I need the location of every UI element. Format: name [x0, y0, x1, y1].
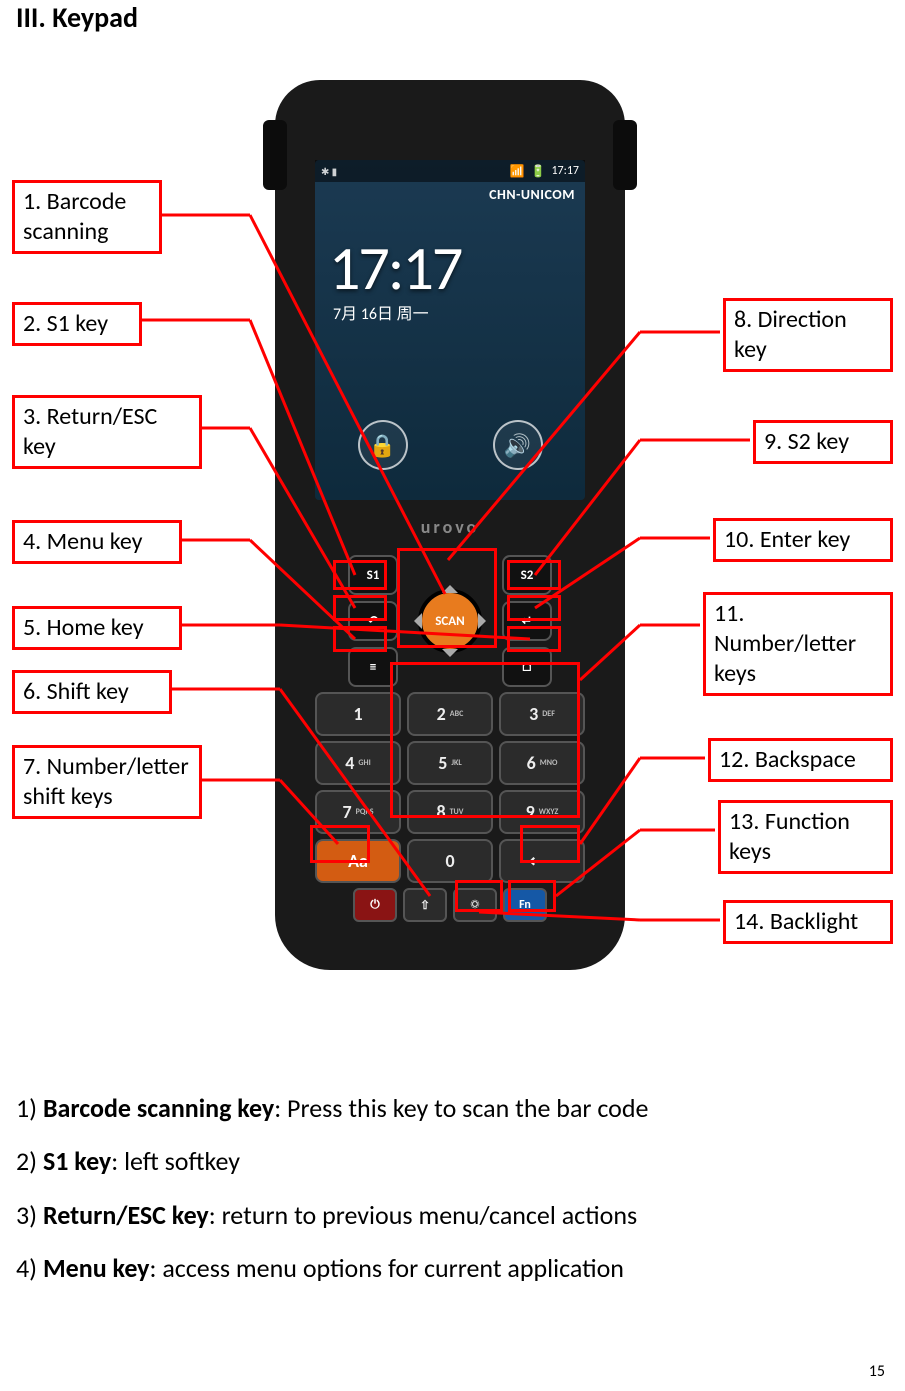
key-1: 1	[315, 692, 401, 736]
battery-icon: 🔋	[531, 164, 546, 179]
label-5: 5. Home key	[12, 606, 182, 650]
keypad-diagram: ✱ ▮ 📶 🔋 17:17 CHN-UNICOM 17:17 7月 16日 周一…	[0, 80, 905, 1000]
label-3: 3. Return/ESC key	[12, 395, 202, 469]
label-13: 13. Function keys	[718, 800, 893, 874]
dpad-left-icon	[406, 613, 422, 629]
aa-key: Aa	[315, 839, 401, 883]
dpad-down-icon	[442, 649, 458, 665]
page-number: 15	[869, 1362, 885, 1381]
desc-3: 3) Return/ESC key: return to previous me…	[16, 1191, 886, 1240]
enter-key: ↵	[502, 601, 552, 641]
section-heading: III. Keypad	[16, 0, 138, 35]
key-3: 3DEF	[499, 692, 585, 736]
dpad-up-icon	[442, 577, 458, 593]
device-body: ✱ ▮ 📶 🔋 17:17 CHN-UNICOM 17:17 7月 16日 周一…	[275, 80, 625, 970]
status-left: ✱ ▮	[321, 165, 337, 178]
status-time: 17:17	[551, 164, 579, 178]
label-4: 4. Menu key	[12, 520, 182, 564]
dpad-right-icon	[478, 613, 494, 629]
label-1: 1. Barcode scanning	[12, 180, 162, 254]
key-6: 6MNO	[499, 741, 585, 785]
label-8: 8. Direction key	[723, 298, 893, 372]
key-7: 7PQRS	[315, 790, 401, 834]
status-bar: ✱ ▮ 📶 🔋 17:17	[315, 160, 585, 182]
date-label: 7月 16日 周一	[333, 300, 429, 324]
scan-key: SCAN	[418, 589, 482, 653]
label-6: 6. Shift key	[12, 670, 172, 714]
sound-icon: 🔊	[493, 420, 543, 470]
home-key: ⌂	[502, 647, 552, 687]
brand-label: urovo	[275, 516, 625, 538]
label-2: 2. S1 key	[12, 302, 142, 346]
backlight-key: ☼	[453, 888, 497, 922]
key-9: 9WXYZ	[499, 790, 585, 834]
direction-pad: SCAN	[404, 575, 496, 667]
clock-time: 17:17	[329, 230, 461, 306]
s2-key: S2	[502, 555, 552, 595]
power-key: ⏻	[353, 888, 397, 922]
carrier-label: CHN-UNICOM	[489, 186, 575, 203]
desc-2: 2) S1 key: left softkey	[16, 1137, 886, 1186]
menu-key: ≡	[348, 647, 398, 687]
lock-icon: 🔒	[358, 420, 408, 470]
desc-1: 1) Barcode scanning key: Press this key …	[16, 1084, 886, 1133]
label-12: 12. Backspace	[708, 738, 893, 782]
key-descriptions: 1) Barcode scanning key: Press this key …	[16, 1080, 886, 1298]
desc-4: 4) Menu key: access menu options for cur…	[16, 1244, 886, 1293]
key-2: 2ABC	[407, 692, 493, 736]
label-11: 11. Number/letter keys	[703, 592, 893, 696]
label-7: 7. Number/letter shift keys	[12, 745, 202, 819]
keypad-area: S1 ↶ ≡ SCAN S2 ↵ ⌂	[305, 550, 595, 927]
shift-key: ⇧	[403, 888, 447, 922]
signal-icon: 📶	[510, 164, 525, 179]
label-9: 9. S2 key	[753, 420, 893, 464]
key-8: 8TUV	[407, 790, 493, 834]
backspace-key: ⟵	[499, 839, 585, 883]
key-4: 4GHI	[315, 741, 401, 785]
fn-key: Fn	[503, 888, 547, 922]
label-14: 14. Backlight	[723, 900, 893, 944]
device-screen: ✱ ▮ 📶 🔋 17:17 CHN-UNICOM 17:17 7月 16日 周一…	[315, 160, 585, 500]
return-key: ↶	[348, 601, 398, 641]
s1-key: S1	[348, 555, 398, 595]
key-5: 5JKL	[407, 741, 493, 785]
key-0: 0	[407, 839, 493, 883]
label-10: 10. Enter key	[713, 518, 893, 562]
